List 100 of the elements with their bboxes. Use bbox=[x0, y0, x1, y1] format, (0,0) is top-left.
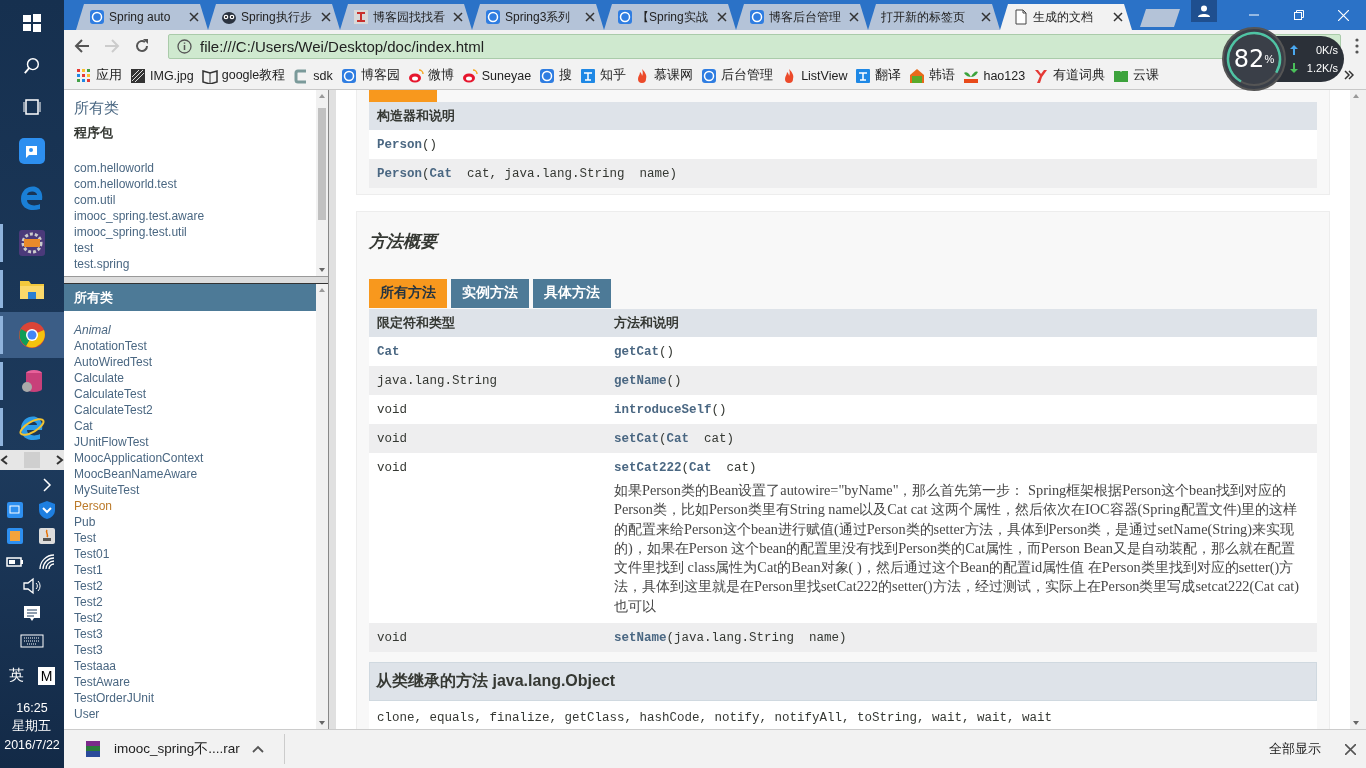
user-button[interactable] bbox=[1191, 0, 1217, 22]
class-link[interactable]: MoocApplicationContext bbox=[74, 450, 306, 466]
wifi-icon[interactable] bbox=[37, 552, 57, 572]
input-language[interactable]: 英 bbox=[8, 666, 24, 685]
search-icon[interactable] bbox=[23, 57, 41, 75]
down-arrow-icon bbox=[1290, 63, 1298, 73]
close-icon[interactable] bbox=[453, 12, 463, 22]
browser-tab[interactable]: Spring auto bbox=[76, 4, 208, 30]
class-link[interactable]: Calculate bbox=[74, 370, 306, 386]
package-link[interactable]: imooc_spring.test.aware bbox=[74, 208, 306, 224]
all-classes-link[interactable]: 所有类 bbox=[74, 100, 119, 116]
class-link[interactable]: Pub bbox=[74, 514, 306, 530]
browser-tab[interactable]: 【Spring实战 bbox=[604, 4, 736, 30]
close-icon[interactable] bbox=[1345, 743, 1356, 755]
bookmark[interactable]: 有道词典 bbox=[1033, 67, 1106, 84]
class-link[interactable]: JUnitFlowTest bbox=[74, 434, 306, 450]
bookmark[interactable]: hao123 bbox=[963, 67, 1026, 84]
class-link[interactable]: Test2 bbox=[74, 610, 306, 626]
bookmark[interactable]: 云课 bbox=[1113, 67, 1160, 84]
close-icon[interactable] bbox=[849, 12, 859, 22]
download-item[interactable]: imooc_spring不....rar bbox=[84, 740, 264, 758]
bookmark[interactable]: 微博 bbox=[407, 67, 454, 84]
bookmark[interactable]: IMG.jpg bbox=[130, 67, 194, 84]
double-chevron-icon[interactable] bbox=[1344, 70, 1354, 80]
chevron-right-icon[interactable] bbox=[42, 478, 52, 492]
browser-tab[interactable]: Spring3系列 bbox=[472, 4, 604, 30]
close-icon[interactable] bbox=[1113, 12, 1123, 22]
bookmark[interactable]: 博客园 bbox=[340, 67, 400, 84]
package-link[interactable]: imooc_spring.test.util bbox=[74, 224, 306, 240]
package-link[interactable]: com.helloworld bbox=[74, 160, 306, 176]
menu-icon[interactable] bbox=[1355, 38, 1359, 54]
blog-logo-icon bbox=[485, 9, 501, 25]
windows-icon[interactable] bbox=[22, 13, 42, 33]
show-all-link[interactable]: 全部显示 bbox=[1269, 740, 1321, 758]
translate-app-icon[interactable] bbox=[5, 526, 25, 546]
method-filter-tab[interactable]: 所有方法 bbox=[369, 279, 447, 308]
books-icon bbox=[84, 740, 102, 758]
package-link[interactable]: test.spring bbox=[74, 256, 306, 272]
browser-tab[interactable]: Spring执行步 bbox=[208, 4, 340, 30]
bookmark[interactable]: 慕课网 bbox=[634, 67, 694, 84]
browser-tab[interactable]: 博客园找找看 bbox=[340, 4, 472, 30]
class-link[interactable]: Test01 bbox=[74, 546, 306, 562]
class-link[interactable]: Test bbox=[74, 530, 306, 546]
class-link[interactable]: MoocBeanNameAware bbox=[74, 466, 306, 482]
class-link[interactable]: MySuiteTest bbox=[74, 482, 306, 498]
java-cup-icon[interactable] bbox=[37, 526, 57, 546]
browser-tab[interactable]: 打开新的标签页 bbox=[868, 4, 1000, 30]
class-link[interactable]: Test2 bbox=[74, 578, 306, 594]
class-link[interactable]: CalculateTest bbox=[74, 386, 306, 402]
volume-icon[interactable] bbox=[22, 577, 42, 595]
bookmark[interactable]: sdk bbox=[293, 67, 333, 84]
class-link[interactable]: Test1 bbox=[74, 562, 306, 578]
method-filter-tab[interactable]: 实例方法 bbox=[451, 279, 529, 308]
network-app-icon[interactable] bbox=[5, 500, 25, 520]
browser-tab[interactable]: 博客后台管理 bbox=[736, 4, 868, 30]
gear-icon[interactable] bbox=[18, 229, 46, 257]
bookmark[interactable]: ListView bbox=[781, 67, 848, 84]
message-icon[interactable] bbox=[23, 605, 41, 623]
bookmark[interactable]: 应用 bbox=[76, 67, 122, 84]
class-link[interactable]: Test3 bbox=[74, 642, 306, 658]
bookmark[interactable]: 韩语 bbox=[909, 67, 956, 84]
browser-tab[interactable]: 生成的文档 bbox=[1000, 4, 1132, 30]
task-view-icon[interactable] bbox=[22, 99, 42, 115]
class-link[interactable]: Person bbox=[74, 498, 306, 514]
bookmark[interactable]: 搜 bbox=[539, 67, 573, 84]
class-link[interactable]: TestAware bbox=[74, 674, 306, 690]
bookmark[interactable]: 后台管理 bbox=[701, 67, 774, 84]
class-link[interactable]: Cat bbox=[74, 418, 306, 434]
bookmark[interactable]: 知乎 bbox=[580, 67, 627, 84]
class-link[interactable]: Animal bbox=[74, 322, 306, 338]
close-icon[interactable] bbox=[189, 12, 199, 22]
chat-app-icon[interactable] bbox=[18, 137, 46, 165]
ime-indicator[interactable]: M bbox=[37, 666, 56, 685]
shield-icon[interactable] bbox=[37, 500, 57, 520]
package-link[interactable]: test bbox=[74, 240, 306, 256]
class-link[interactable]: Test2 bbox=[74, 594, 306, 610]
new-tab-button[interactable] bbox=[1140, 9, 1180, 27]
class-link[interactable]: AutoWiredTest bbox=[74, 354, 306, 370]
bookmark[interactable]: Suneyae bbox=[461, 67, 532, 84]
package-link[interactable]: com.util bbox=[74, 192, 306, 208]
section-title: 方法概要 bbox=[369, 230, 1317, 253]
reload-icon[interactable] bbox=[134, 38, 150, 54]
class-link[interactable]: User bbox=[74, 706, 306, 722]
close-icon[interactable] bbox=[717, 12, 727, 22]
bookmark[interactable]: 翻译 bbox=[855, 67, 902, 84]
class-link[interactable]: Test3 bbox=[74, 626, 306, 642]
round-logo-icon[interactable] bbox=[18, 321, 46, 349]
bookmark[interactable]: google教程 bbox=[201, 67, 286, 84]
back-icon[interactable] bbox=[74, 38, 90, 54]
class-link[interactable]: AnotationTest bbox=[74, 338, 306, 354]
method-filter-tab[interactable]: 具体方法 bbox=[533, 279, 611, 308]
caret-up-icon[interactable] bbox=[251, 745, 264, 753]
keyboard-icon[interactable] bbox=[20, 634, 44, 648]
class-link[interactable]: Testaaa bbox=[74, 658, 306, 674]
close-icon[interactable] bbox=[981, 12, 991, 22]
class-link[interactable]: CalculateTest2 bbox=[74, 402, 306, 418]
class-link[interactable]: TestOrderJUnit bbox=[74, 690, 306, 706]
package-link[interactable]: com.helloworld.test bbox=[74, 176, 306, 192]
close-icon[interactable] bbox=[585, 12, 595, 22]
close-icon[interactable] bbox=[321, 12, 331, 22]
